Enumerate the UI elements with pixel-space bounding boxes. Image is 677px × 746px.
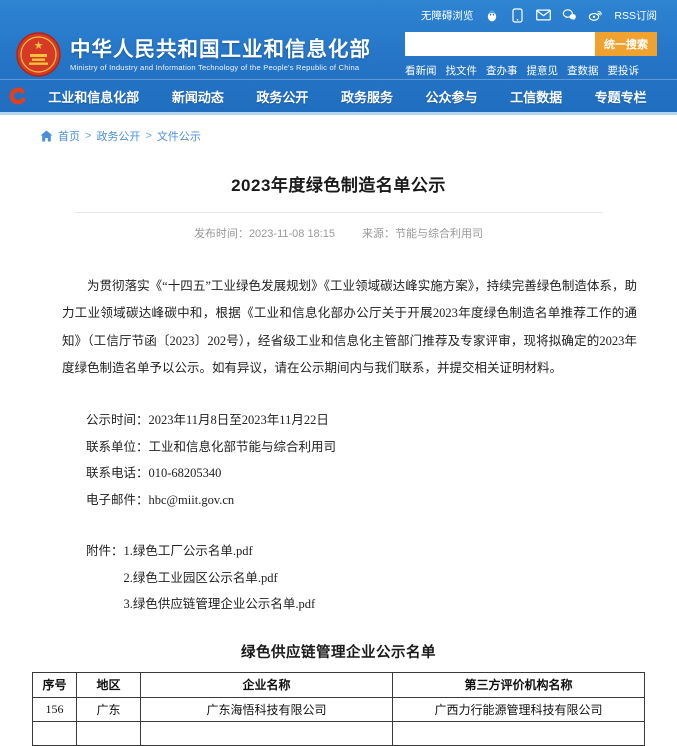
publish-time: 发布时间：2023-11-08 18:15 [194,228,335,240]
cell-region: 广东 [77,697,141,721]
contact-phone: 联系电话：010-68205340 [86,460,677,487]
national-emblem-icon: ★ [16,32,61,77]
nav-item-disclosure[interactable]: 政务公开 [256,87,308,106]
cell-company-name: 广东海悟科技有限公司 [141,697,393,721]
search-bar: 统一搜索 [405,32,657,56]
attachment-green-industrial-park-pdf[interactable]: 2.绿色工业园区公示名单.pdf [124,565,316,592]
phone-icon[interactable] [510,8,525,23]
svg-text:★: ★ [34,40,44,52]
rss-link[interactable]: RSS订阅 [614,8,657,23]
mail-icon[interactable] [536,8,551,23]
green-supply-chain-table: 序号 地区 企业名称 第三方评价机构名称 156 广东 广东海悟科技有限公司 广… [32,672,645,746]
header-right: 统一搜索 看新闻 找文件 查办事 提意见 查数据 要投诉 [405,32,657,78]
nav-items: 工业和信息化部 新闻动态 政务公开 政务服务 公众参与 工信数据 专题专栏 [32,87,663,106]
accessibility-link[interactable]: 无障碍浏览 [421,8,474,23]
attachment-green-factory-pdf[interactable]: 1.绿色工厂公示名单.pdf [124,538,316,565]
breadcrumb-separator: > [145,130,151,142]
search-input[interactable] [405,32,595,56]
publicity-period: 公示时间：2023年11月8日至2023年11月22日 [86,407,677,434]
brand-text: 中华人民共和国工业和信息化部 Ministry of Industry and … [70,37,371,73]
table-row-partial [33,721,645,745]
contact-block: 公示时间：2023年11月8日至2023年11月22日 联系单位：工业和信息化部… [86,407,677,513]
home-icon[interactable] [40,130,53,142]
nav-item-home[interactable]: 工业和信息化部 [48,87,139,106]
table-row: 156 广东 广东海悟科技有限公司 广西力行能源管理科技有限公司 [33,697,645,721]
table-title: 绿色供应链管理企业公示名单 [0,641,677,662]
nav-item-topics[interactable]: 专题专栏 [595,87,647,106]
attachments: 附件： 1.绿色工厂公示名单.pdf 2.绿色工业园区公示名单.pdf 3.绿色… [86,538,677,618]
breadcrumb-file-publicity[interactable]: 文件公示 [157,128,201,144]
miit-announcement-page: { "topbar": { "accessibility": "无障碍浏览", … [0,0,677,582]
contact-unit: 联系单位：工业和信息化部节能与综合利用司 [86,434,677,461]
title-divider [75,212,603,213]
page-title: 2023年度绿色制造名单公示 [0,171,677,196]
quick-link-services[interactable]: 查办事 [486,63,518,78]
article-source: 来源：节能与综合利用司 [362,228,483,240]
header-evaluation-agency: 第三方评价机构名称 [393,672,645,697]
header-region: 地区 [77,672,141,697]
site-subtitle: Ministry of Industry and Information Tec… [70,63,371,72]
breadcrumb-home[interactable]: 首页 [58,128,80,144]
quick-link-files[interactable]: 找文件 [446,63,478,78]
attachment-list: 1.绿色工厂公示名单.pdf 2.绿色工业园区公示名单.pdf 3.绿色供应链管… [124,538,316,618]
nav-item-data[interactable]: 工信数据 [510,87,562,106]
main-nav: 工业和信息化部 新闻动态 政务公开 政务服务 公众参与 工信数据 专题专栏 [0,79,677,112]
breadcrumb-separator: > [85,130,91,142]
table-header-row: 序号 地区 企业名称 第三方评价机构名称 [33,672,645,697]
site-header: ★ 中华人民共和国工业和信息化部 Ministry of Industry an… [0,30,677,79]
attachment-green-supply-chain-pdf[interactable]: 3.绿色供应链管理企业公示名单.pdf [124,591,316,618]
masthead: 无障碍浏览 RSS订阅 ★ 中华人 [0,0,677,115]
nav-item-services[interactable]: 政务服务 [341,87,393,106]
attachments-label: 附件： [86,538,124,565]
quick-links: 看新闻 找文件 查办事 提意见 查数据 要投诉 [405,63,657,78]
quick-link-data[interactable]: 查数据 [567,63,599,78]
header-company-name: 企业名称 [141,672,393,697]
breadcrumb: 首页 > 政务公开 > 文件公示 [0,115,677,154]
cell-serial-no: 156 [33,697,77,721]
article-paragraph: 为贯彻落实《“十四五”工业绿色发展规划》《工业领域碳达峰实施方案》，持续完善绿色… [62,273,637,382]
quick-link-complaint[interactable]: 要投诉 [608,63,640,78]
quick-link-news[interactable]: 看新闻 [405,63,437,78]
contact-email: 电子邮件：hbc@miit.gov.cn [86,487,677,514]
nav-item-participation[interactable]: 公众参与 [426,87,478,106]
wechat-icon[interactable] [562,8,577,23]
site-brand[interactable]: ★ 中华人民共和国工业和信息化部 Ministry of Industry an… [16,32,371,77]
site-title: 中华人民共和国工业和信息化部 [70,37,371,63]
nav-item-news[interactable]: 新闻动态 [172,87,224,106]
search-button[interactable]: 统一搜索 [595,32,657,56]
quick-link-feedback[interactable]: 提意见 [527,63,559,78]
cell-evaluation-agency: 广西力行能源管理科技有限公司 [393,697,645,721]
qq-icon[interactable] [484,8,499,23]
article-meta: 发布时间：2023-11-08 18:15 来源：节能与综合利用司 [0,225,677,241]
miit-gear-icon [8,86,28,106]
breadcrumb-disclosure[interactable]: 政务公开 [96,128,140,144]
weibo-icon[interactable] [588,8,603,23]
header-serial-no: 序号 [33,672,77,697]
topbar: 无障碍浏览 RSS订阅 [0,0,677,30]
